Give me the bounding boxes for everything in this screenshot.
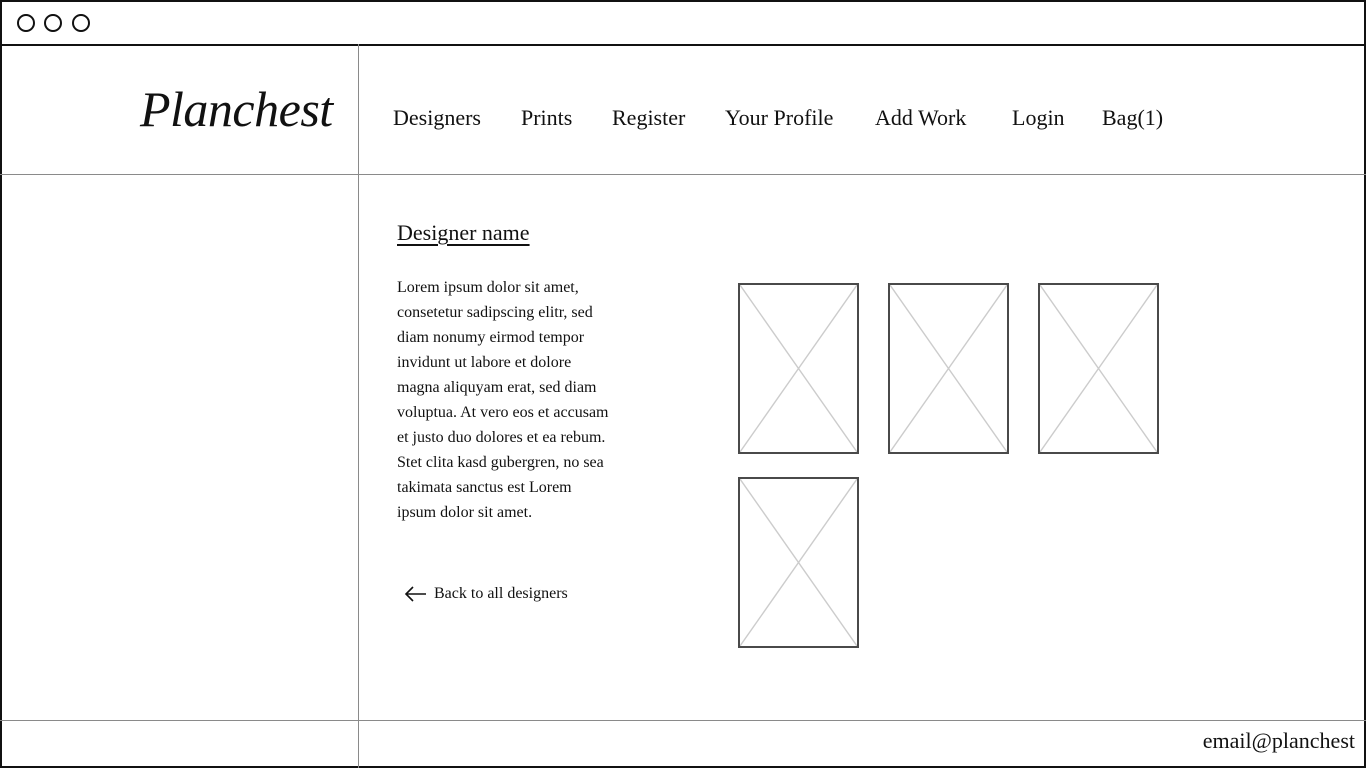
window-titlebar [2, 2, 1366, 46]
work-thumbnail[interactable] [1038, 283, 1159, 454]
minimize-window-icon[interactable] [44, 14, 62, 32]
site-logo[interactable]: Planchest [140, 84, 333, 134]
work-thumbnail[interactable] [738, 283, 859, 454]
designer-name-heading: Designer name [397, 220, 530, 245]
image-placeholder-icon [740, 479, 857, 646]
maximize-window-icon[interactable] [72, 14, 90, 32]
close-window-icon[interactable] [17, 14, 35, 32]
designer-bio: Lorem ipsum dolor sit amet, consetetur s… [397, 279, 609, 521]
work-thumbnail[interactable] [738, 477, 859, 648]
work-thumbnail[interactable] [888, 283, 1009, 454]
nav-register[interactable]: Register [612, 103, 685, 133]
nav-login[interactable]: Login [1012, 103, 1065, 133]
footer-email[interactable]: email@planchest [1203, 727, 1355, 755]
image-placeholder-icon [890, 285, 1007, 452]
sidebar-divider [358, 44, 359, 768]
back-to-designers-link[interactable]: Back to all designers [404, 581, 568, 607]
arrow-left-icon [404, 586, 426, 602]
header-divider [0, 174, 1366, 175]
image-placeholder-icon [740, 285, 857, 452]
nav-designers[interactable]: Designers [393, 103, 481, 133]
nav-add-work[interactable]: Add Work [875, 103, 966, 133]
back-link-label: Back to all designers [434, 585, 568, 602]
nav-your-profile[interactable]: Your Profile [725, 103, 833, 133]
nav-bag[interactable]: Bag(1) [1102, 103, 1163, 133]
footer-divider [0, 720, 1366, 721]
nav-prints[interactable]: Prints [521, 103, 572, 133]
image-placeholder-icon [1040, 285, 1157, 452]
